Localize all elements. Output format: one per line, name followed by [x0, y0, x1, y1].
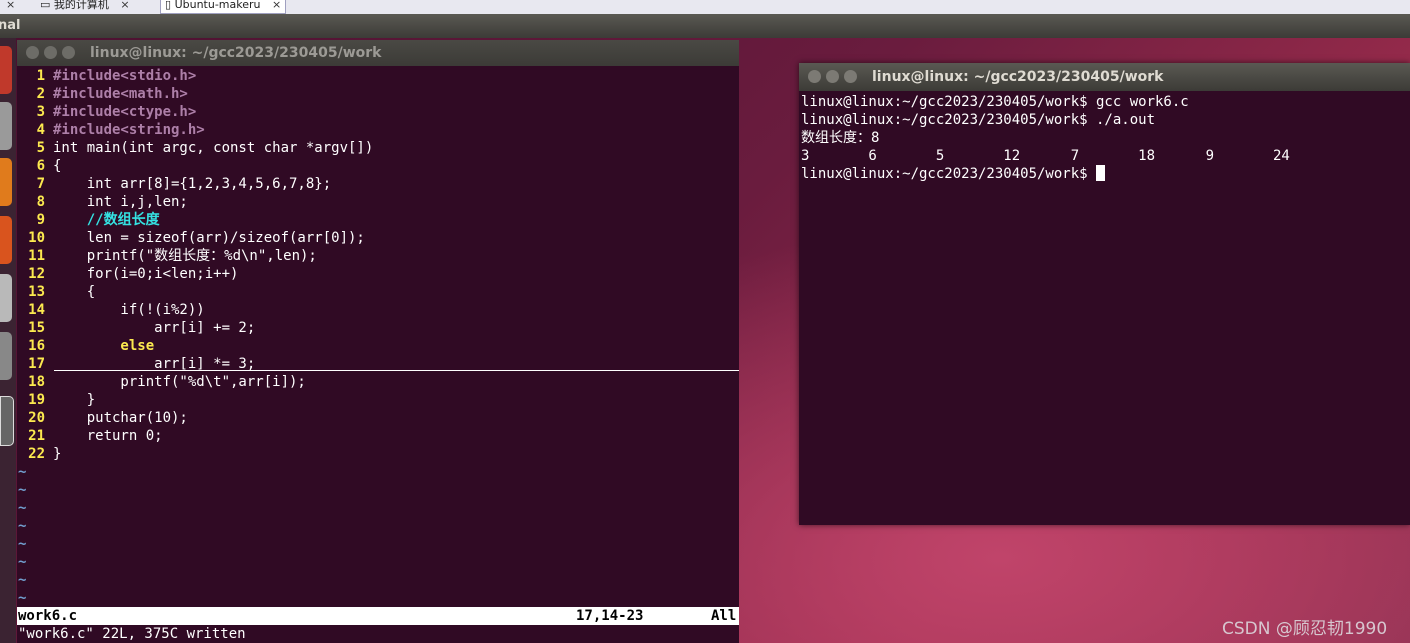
code-line: 16 else	[28, 338, 155, 354]
terminal-window[interactable]: linux@linux: ~/gcc2023/230405/work linux…	[799, 63, 1410, 525]
empty-line-marker: ~	[18, 536, 27, 552]
code-line: 21 return 0;	[28, 428, 163, 444]
terminal-line: 3 6 5 12 7 18 9 24	[801, 148, 1290, 164]
launcher-firefox-icon[interactable]	[0, 158, 12, 206]
cursorline-underline	[54, 370, 739, 371]
launcher	[0, 38, 16, 643]
code-line: 6{	[36, 158, 62, 174]
window-title: linux@linux: ~/gcc2023/230405/work	[90, 45, 382, 61]
minimize-icon[interactable]	[826, 70, 839, 83]
vim-buffer[interactable]: 1 #include<stdio.h> 2 #include<math.h> 3 #i…	[17, 67, 739, 607]
terminal-line: linux@linux:~/gcc2023/230405/work$ gcc w…	[801, 94, 1189, 110]
host-tab-ubuntu[interactable]: ▯ Ubuntu-makeru ×	[160, 0, 287, 14]
status-filename: work6.c	[18, 608, 78, 624]
launcher-files-icon[interactable]	[0, 102, 12, 150]
host-tab-close-fragment[interactable]: ×	[0, 0, 15, 13]
prompt: linux@linux:~/gcc2023/230405/work$	[801, 166, 1097, 182]
code-line: 15 arr[i] += 2;	[28, 320, 256, 336]
empty-line-marker: ~	[18, 590, 27, 606]
minimize-icon[interactable]	[44, 46, 57, 59]
terminal-line: 数组长度：8	[801, 130, 880, 146]
code-line: 3 #include<ctype.h>	[36, 104, 197, 120]
code-line: 11 printf("数组长度：%d\n",len);	[28, 248, 317, 264]
launcher-software-icon[interactable]	[0, 274, 12, 322]
host-tab-bar: × ▭ 我的计算机 × ▯ Ubuntu-makeru ×	[0, 0, 1410, 15]
close-icon[interactable]: ×	[120, 0, 129, 11]
terminal-line: linux@linux:~/gcc2023/230405/work$ ./a.o…	[801, 112, 1156, 128]
text-cursor	[1096, 165, 1106, 181]
vim-window-titlebar[interactable]: linux@linux: ~/gcc2023/230405/work	[17, 40, 739, 66]
vim-terminal-window[interactable]: linux@linux: ~/gcc2023/230405/work 1 #inc…	[17, 40, 739, 643]
code-line: 1 #include<stdio.h>	[36, 68, 197, 84]
terminal-titlebar[interactable]: linux@linux: ~/gcc2023/230405/work	[799, 63, 1410, 91]
empty-line-marker: ~	[18, 482, 27, 498]
top-panel: nal	[0, 14, 1410, 38]
status-cursor-position: 17,14-23	[576, 608, 644, 624]
code-line: 19 }	[28, 392, 96, 408]
code-line: 10 len = sizeof(arr)/sizeof(arr[0]);	[28, 230, 365, 246]
status-scroll: All	[711, 608, 737, 624]
maximize-icon[interactable]	[62, 46, 75, 59]
code-line: 7 int arr[8]={1,2,3,4,5,6,7,8};	[36, 176, 332, 192]
empty-line-marker: ~	[18, 572, 27, 588]
vim-message-line: "work6.c" 22L, 375C written	[18, 626, 246, 642]
code-line: 12 for(i=0;i<len;i++)	[28, 266, 239, 282]
launcher-dash-icon[interactable]	[0, 46, 12, 94]
vim-statusline: work6.c 17,14-23 All	[17, 607, 739, 625]
code-line: 13 {	[28, 284, 96, 300]
host-tab-label: 我的计算机	[53, 0, 109, 11]
vm-icon: ▯	[165, 0, 172, 11]
code-line: 18 printf("%d\t",arr[i]);	[28, 374, 306, 390]
launcher-terminal-icon[interactable]	[0, 396, 14, 446]
code-line: 2 #include<math.h>	[36, 86, 188, 102]
host-tab-my-computer[interactable]: ▭ 我的计算机 ×	[40, 0, 130, 13]
empty-line-marker: ~	[18, 464, 27, 480]
window-title: linux@linux: ~/gcc2023/230405/work	[872, 69, 1164, 85]
code-line: 22}	[28, 446, 62, 462]
code-line: 14 if(!(i%2))	[28, 302, 205, 318]
code-line: 20 putchar(10);	[28, 410, 188, 426]
close-icon[interactable]	[26, 46, 39, 59]
launcher-office-icon[interactable]	[0, 216, 12, 264]
empty-line-marker: ~	[18, 554, 27, 570]
code-line: 9 //数组长度	[36, 212, 160, 228]
host-tab-label: Ubuntu-makeru	[174, 0, 261, 11]
launcher-settings-icon[interactable]	[0, 332, 12, 380]
close-icon[interactable]	[808, 70, 821, 83]
watermark: CSDN @顾忍韧1990	[1222, 619, 1388, 639]
close-icon[interactable]: ×	[272, 0, 281, 11]
code-line: 4 #include<string.h>	[36, 122, 205, 138]
empty-line-marker: ~	[18, 518, 27, 534]
code-line: 8 int i,j,len;	[36, 194, 188, 210]
terminal-output[interactable]: linux@linux:~/gcc2023/230405/work$ gcc w…	[801, 93, 1290, 183]
terminal-prompt-line: linux@linux:~/gcc2023/230405/work$	[801, 165, 1290, 183]
panel-app-title: nal	[0, 18, 21, 33]
maximize-icon[interactable]	[844, 70, 857, 83]
code-line: 5 int main(int argc, const char *argv[])	[36, 140, 374, 156]
computer-icon: ▭	[40, 0, 51, 11]
empty-line-marker: ~	[18, 500, 27, 516]
